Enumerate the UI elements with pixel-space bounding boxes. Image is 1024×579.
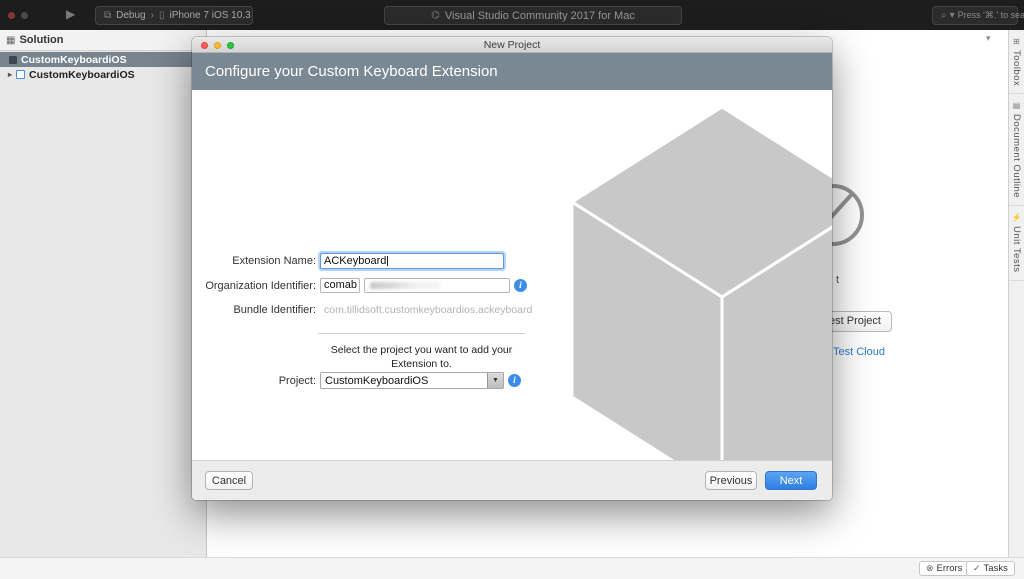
tab-label: Document Outline [1011,114,1022,199]
project-hint-text: Select the project you want to add your … [330,344,513,371]
organization-identifier-value: comab [324,279,358,291]
test-project-button[interactable]: est Project [824,311,892,332]
tree-item-label: CustomKeyboardiOS [21,53,127,66]
dialog-body: Extension Name: ACKeyboard Organization … [192,90,832,460]
solution-pad-title: Solution [19,34,64,46]
tree-item-solution[interactable]: CustomKeyboardiOS [0,52,206,67]
tab-label: Toolbox [1011,50,1022,87]
cancel-button[interactable]: Cancel [205,471,253,490]
window-close-icon[interactable] [8,12,15,19]
extension-name-value: ACKeyboard [324,255,387,267]
tasks-button[interactable]: ✓ Tasks [966,561,1015,576]
new-project-dialog: New Project Configure your Custom Keyboa… [192,37,832,500]
solution-pad-header: ▦ Solution ⌕ [0,30,206,51]
next-button[interactable]: Next [765,471,817,490]
toolbox-icon: ⊞ [1013,37,1020,46]
bundle-identifier-value: com.tillidsoft.customkeyboardios.ackeybo… [324,304,533,316]
occluded-caption-text: t [836,274,840,286]
solution-sidebar: ▦ Solution ⌕ CustomKeyboardiOS ▸ CustomK… [0,30,207,579]
bundle-identifier-label: Bundle Identifier: [233,304,316,316]
tasks-icon: ✓ [973,563,981,573]
extension-name-input[interactable]: ACKeyboard [320,253,504,269]
disclosure-triangle-icon[interactable]: ▸ [8,70,12,79]
run-button[interactable]: ▶ [66,7,75,21]
errors-button[interactable]: ⊗ Errors [919,561,970,576]
tree-item-label: CustomKeyboardiOS [29,68,135,81]
chevron-right-icon: › [150,10,154,21]
errors-label: Errors [936,563,963,574]
dialog-footer: Cancel Previous Next [192,460,832,500]
right-dock-strip: ⊞ Toolbox ▤ Document Outline ⚡ Unit Test… [1008,30,1024,557]
search-caret-icon: ▾ [949,10,955,21]
search-icon: ⌕ [941,10,947,21]
tab-label: Unit Tests [1011,226,1022,273]
app-titlebar: ▶ ⧉ Debug › ▯ iPhone 7 iOS 10.3 ⌬ Visual… [0,0,1024,30]
info-icon[interactable]: i [514,279,527,292]
redacted-value [370,282,440,289]
solution-pad-icon: ▦ [6,34,16,46]
text-caret [387,256,389,266]
dialog-header-text: Configure your Custom Keyboard Extension [205,63,498,80]
project-row: Project: CustomKeyboardiOS ▼ i [192,372,521,389]
tree-item-project[interactable]: ▸ CustomKeyboardiOS [0,67,206,82]
editor-dropdown-icon[interactable]: ▾ [986,33,991,44]
device-label[interactable]: iPhone 7 iOS 10.3 [169,10,250,21]
window-title: Visual Studio Community 2017 for Mac [444,9,635,22]
solution-icon [9,55,17,64]
dialog-titlebar: New Project [192,37,832,53]
dialog-header: Configure your Custom Keyboard Extension [192,53,832,90]
configuration-icon: ⧉ [104,10,112,21]
configuration-label[interactable]: Debug [116,10,145,21]
document-outline-icon: ▤ [1012,101,1021,111]
project-icon [16,70,26,79]
errors-icon: ⊗ [926,563,934,573]
previous-button[interactable]: Previous [705,471,757,490]
organization-identifier-label: Organization Identifier: [205,279,316,292]
bundle-identifier-row: Bundle Identifier: com.tillidsoft.custom… [192,304,532,316]
project-select-value: CustomKeyboardiOS [325,374,429,387]
tab-unit-tests[interactable]: ⚡ Unit Tests [1009,206,1024,281]
status-bar: ⊗ Errors ✓ Tasks [0,557,1024,579]
dialog-title: New Project [483,39,541,51]
project-select[interactable]: CustomKeyboardiOS ▼ [320,372,504,389]
search-placeholder: Press '⌘.' to search [957,10,1024,20]
project-label: Project: [278,374,316,387]
test-cloud-link[interactable]: Test Cloud [833,346,885,358]
global-search-input[interactable]: ⌕ ▾ Press '⌘.' to search [932,6,1024,25]
tasks-label: Tasks [983,563,1008,574]
chevron-down-icon[interactable]: ▼ [487,373,503,388]
organization-identifier-input[interactable]: comab [320,278,360,293]
tab-toolbox[interactable]: ⊞ Toolbox [1009,30,1024,95]
form-divider [318,333,525,334]
unit-tests-icon: ⚡ [1011,213,1022,223]
app-status-icon: ⌬ [431,10,440,21]
tab-document-outline[interactable]: ▤ Document Outline [1009,94,1024,207]
extension-name-label: Extension Name: [232,255,316,267]
organization-identifier-row: Organization Identifier: comab i [192,278,527,293]
window-title-area: ⌬ Visual Studio Community 2017 for Mac [384,6,682,25]
cube-illustration [570,105,832,460]
info-icon[interactable]: i [508,374,521,387]
build-target-selector[interactable]: ⧉ Debug › ▯ iPhone 7 iOS 10.3 [95,6,253,25]
extension-name-row: Extension Name: ACKeyboard [192,253,504,269]
device-icon: ▯ [158,10,165,21]
organization-identifier-input-2[interactable] [364,278,510,293]
window-minimize-icon[interactable] [21,12,28,19]
